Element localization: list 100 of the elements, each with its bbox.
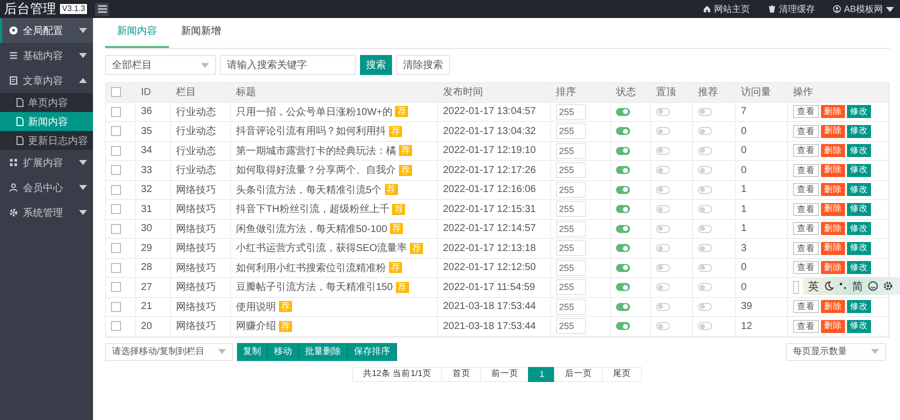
status-switch[interactable] [616,146,630,155]
pin-switch[interactable] [656,166,670,174]
bulk-button[interactable]: 移动 [268,342,299,360]
row-checkbox[interactable] [111,204,121,214]
smiley-icon[interactable] [868,281,878,291]
search-field[interactable]: 请输入搜索关键字 [220,55,356,75]
page-link[interactable]: 尾页 [602,366,642,382]
tab[interactable]: 新闻内容 [105,21,169,48]
delete-button[interactable]: 删除 [821,144,845,158]
status-switch[interactable] [616,186,630,194]
edit-button[interactable]: 修改 [847,242,871,255]
recommend-switch[interactable] [698,186,712,194]
sort-field[interactable]: 255 [556,123,586,140]
sort-field[interactable]: 255 [556,279,586,296]
row-checkbox[interactable] [111,282,121,292]
status-switch[interactable] [616,166,630,174]
view-button[interactable]: 查看 [793,202,819,216]
moon-icon[interactable] [824,281,834,291]
ime-script[interactable]: 简 [852,278,863,294]
sort-field[interactable]: 255 [556,142,586,159]
delete-button[interactable]: 删除 [821,105,845,118]
recommend-switch[interactable] [698,244,712,252]
view-button[interactable]: 查看 [793,144,819,158]
sort-field[interactable]: 255 [556,201,586,218]
status-switch[interactable] [616,224,630,233]
delete-button[interactable]: 删除 [821,242,845,255]
row-checkbox[interactable] [111,165,121,176]
recommend-switch[interactable] [698,127,712,136]
edit-button[interactable]: 修改 [847,164,871,177]
sidebar-item[interactable]: 系统管理 [0,200,93,225]
row-checkbox[interactable] [111,106,121,117]
ime-mode[interactable]: 英 [808,278,819,294]
recommend-switch[interactable] [698,146,712,155]
pin-switch[interactable] [656,108,670,116]
edit-button[interactable]: 修改 [847,300,871,314]
row-checkbox[interactable] [111,126,121,136]
recommend-switch[interactable] [698,302,712,311]
recommend-switch[interactable] [698,108,712,116]
delete-button[interactable]: 删除 [821,320,845,333]
delete-button[interactable]: 删除 [821,222,845,236]
view-button[interactable] [793,280,799,294]
row-checkbox[interactable] [111,224,121,234]
nav-link[interactable]: 网站主页 [702,2,750,16]
select-all-checkbox[interactable] [111,87,121,98]
sort-field[interactable]: 255 [556,162,586,178]
edit-button[interactable]: 修改 [847,320,871,333]
status-switch[interactable] [616,108,630,116]
dots-icon[interactable] [839,282,847,290]
sidebar-item[interactable]: 会员中心 [0,175,93,200]
row-checkbox[interactable] [111,262,121,273]
row-checkbox[interactable] [111,302,121,312]
edit-button[interactable]: 修改 [847,183,871,196]
delete-button[interactable]: 删除 [821,124,845,138]
pin-switch[interactable] [656,186,670,194]
view-button[interactable]: 查看 [793,183,819,196]
pin-switch[interactable] [656,205,670,214]
edit-button[interactable]: 修改 [847,202,871,216]
sidebar-item[interactable]: 文章内容 [0,68,93,93]
sidebar-subitem[interactable]: 新闻内容 [0,112,93,131]
pin-switch[interactable] [656,224,670,233]
sidebar-subitem[interactable]: 更新日志内容 [0,131,93,150]
sort-field[interactable]: 255 [556,240,586,256]
edit-button[interactable]: 修改 [847,144,871,158]
edit-button[interactable]: 修改 [847,124,871,138]
target-select[interactable]: 请选择移动/复制到栏目 [105,342,233,360]
sidebar-item[interactable]: 全局配置 [0,18,93,43]
recommend-switch[interactable] [698,264,712,272]
status-switch[interactable] [616,322,630,330]
delete-button[interactable]: 删除 [821,164,845,177]
delete-button[interactable]: 删除 [821,261,845,274]
row-checkbox[interactable] [111,184,121,195]
row-checkbox[interactable] [111,321,121,332]
pin-switch[interactable] [656,127,670,136]
tab[interactable]: 新闻新增 [169,21,233,48]
status-switch[interactable] [616,283,630,292]
pin-switch[interactable] [656,322,670,330]
recommend-switch[interactable] [698,205,712,214]
view-button[interactable]: 查看 [793,222,819,236]
view-button[interactable]: 查看 [793,164,819,177]
edit-button[interactable]: 修改 [847,105,871,118]
status-switch[interactable] [616,302,630,311]
status-switch[interactable] [616,264,630,272]
pin-switch[interactable] [656,264,670,272]
row-checkbox[interactable] [111,243,121,254]
view-button[interactable]: 查看 [793,320,819,333]
page-link[interactable]: 1 [528,366,556,382]
clear-search-button[interactable]: 清除搜索 [396,55,450,75]
status-switch[interactable] [616,127,630,136]
bulk-button[interactable]: 复制 [237,342,268,360]
pin-switch[interactable] [656,302,670,311]
menu-button[interactable] [95,2,109,16]
pin-switch[interactable] [656,283,670,292]
sort-field[interactable]: 255 [556,220,586,237]
recommend-switch[interactable] [698,322,712,330]
delete-button[interactable]: 删除 [821,183,845,196]
edit-button[interactable]: 修改 [847,261,871,274]
bulk-button[interactable]: 批量删除 [299,342,348,360]
sort-field[interactable]: 255 [556,318,586,334]
category-select[interactable]: 全部栏目 [105,55,216,75]
view-button[interactable]: 查看 [793,105,819,118]
